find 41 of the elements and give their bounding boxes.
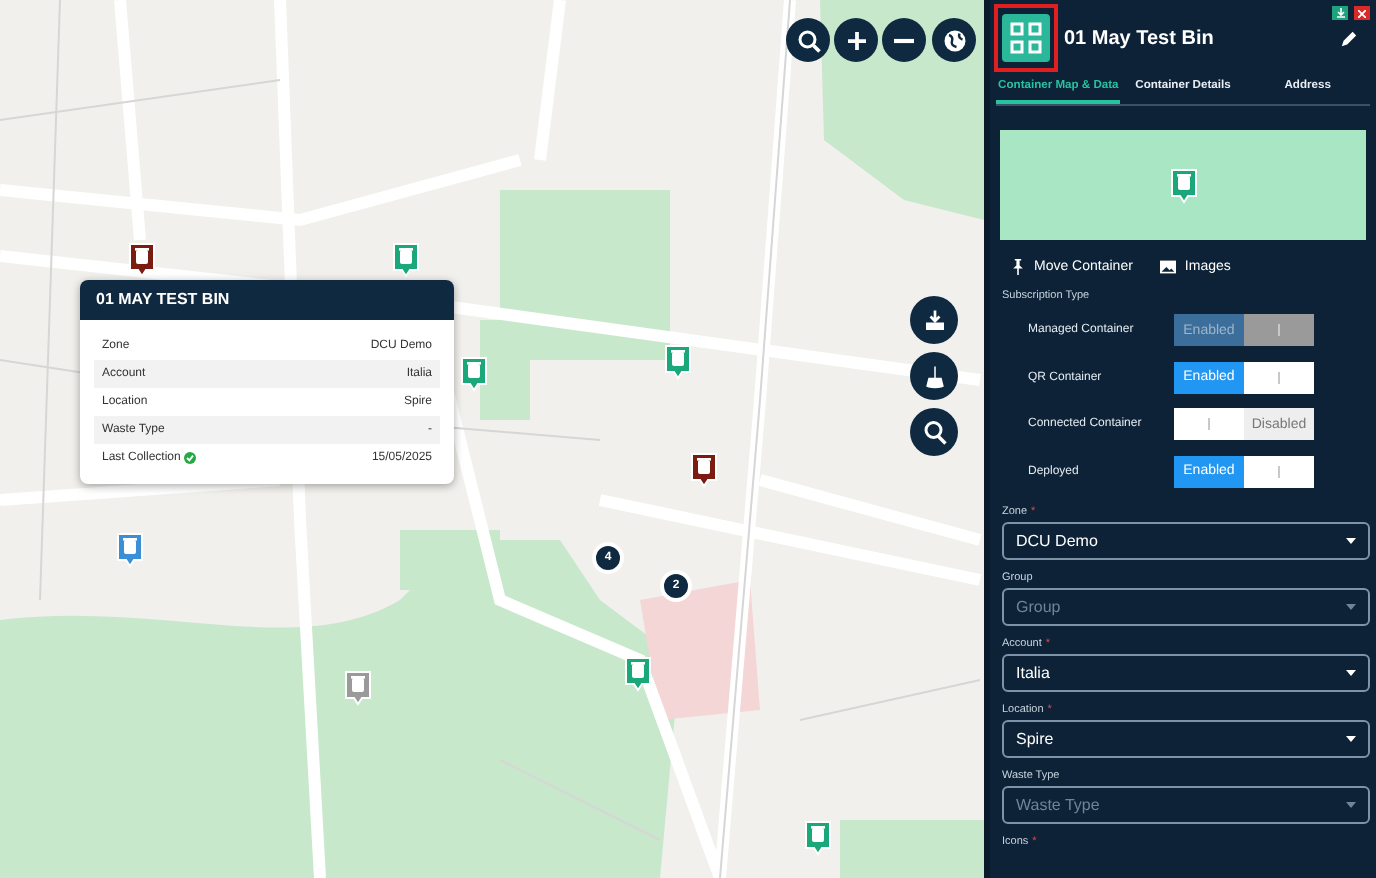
qr-code-icon bbox=[1002, 14, 1050, 62]
dropdown-field[interactable]: Italia bbox=[1002, 653, 1370, 691]
download-icon bbox=[1335, 8, 1345, 18]
container-action-button[interactable] bbox=[910, 296, 958, 344]
bin-marker-icon[interactable] bbox=[804, 820, 832, 856]
bin-marker-icon[interactable] bbox=[1169, 167, 1197, 203]
edit-icon[interactable] bbox=[1340, 29, 1358, 47]
grip-line-icon bbox=[1278, 371, 1280, 383]
close-icon bbox=[1358, 9, 1366, 17]
pin-icon bbox=[1010, 258, 1026, 276]
caret-icon bbox=[1346, 669, 1356, 675]
dropdown-field[interactable]: DCU Demo bbox=[1002, 521, 1370, 559]
caret-icon bbox=[1346, 801, 1356, 807]
bin-marker-icon[interactable] bbox=[664, 344, 692, 380]
popup-title: 01 MAY TEST BIN bbox=[96, 294, 230, 306]
panel-title: 01 May Test Bin bbox=[1064, 27, 1216, 49]
bin-marker-icon[interactable] bbox=[128, 242, 156, 278]
bin-marker-icon[interactable] bbox=[344, 670, 372, 706]
close-button[interactable] bbox=[1354, 6, 1370, 20]
minus-icon bbox=[894, 37, 914, 43]
dropdown-field[interactable]: Waste Type bbox=[1002, 785, 1370, 823]
dropdown-field[interactable]: Spire bbox=[1002, 719, 1370, 757]
image-icon bbox=[1160, 258, 1177, 276]
caret-icon bbox=[1346, 735, 1356, 741]
download-button[interactable] bbox=[1332, 6, 1348, 20]
globe-icon bbox=[939, 25, 969, 55]
grip-line-icon bbox=[1208, 418, 1210, 430]
search-icon bbox=[793, 25, 823, 55]
grip-line-icon bbox=[1278, 465, 1280, 477]
caret-icon bbox=[1346, 603, 1356, 609]
container-action-button[interactable] bbox=[910, 352, 958, 400]
bin-marker-icon[interactable] bbox=[392, 242, 420, 278]
bin-marker-icon[interactable] bbox=[624, 656, 652, 692]
bin-marker-icon[interactable] bbox=[116, 532, 144, 568]
check-circle-icon bbox=[184, 452, 197, 464]
locate-button[interactable] bbox=[910, 408, 958, 456]
dropdown-field[interactable]: Group bbox=[1002, 587, 1370, 625]
grip-line-icon bbox=[1278, 324, 1280, 336]
caret-icon bbox=[1346, 537, 1356, 543]
bin-marker-icon[interactable] bbox=[690, 452, 718, 488]
bin-marker-icon[interactable] bbox=[460, 356, 488, 392]
